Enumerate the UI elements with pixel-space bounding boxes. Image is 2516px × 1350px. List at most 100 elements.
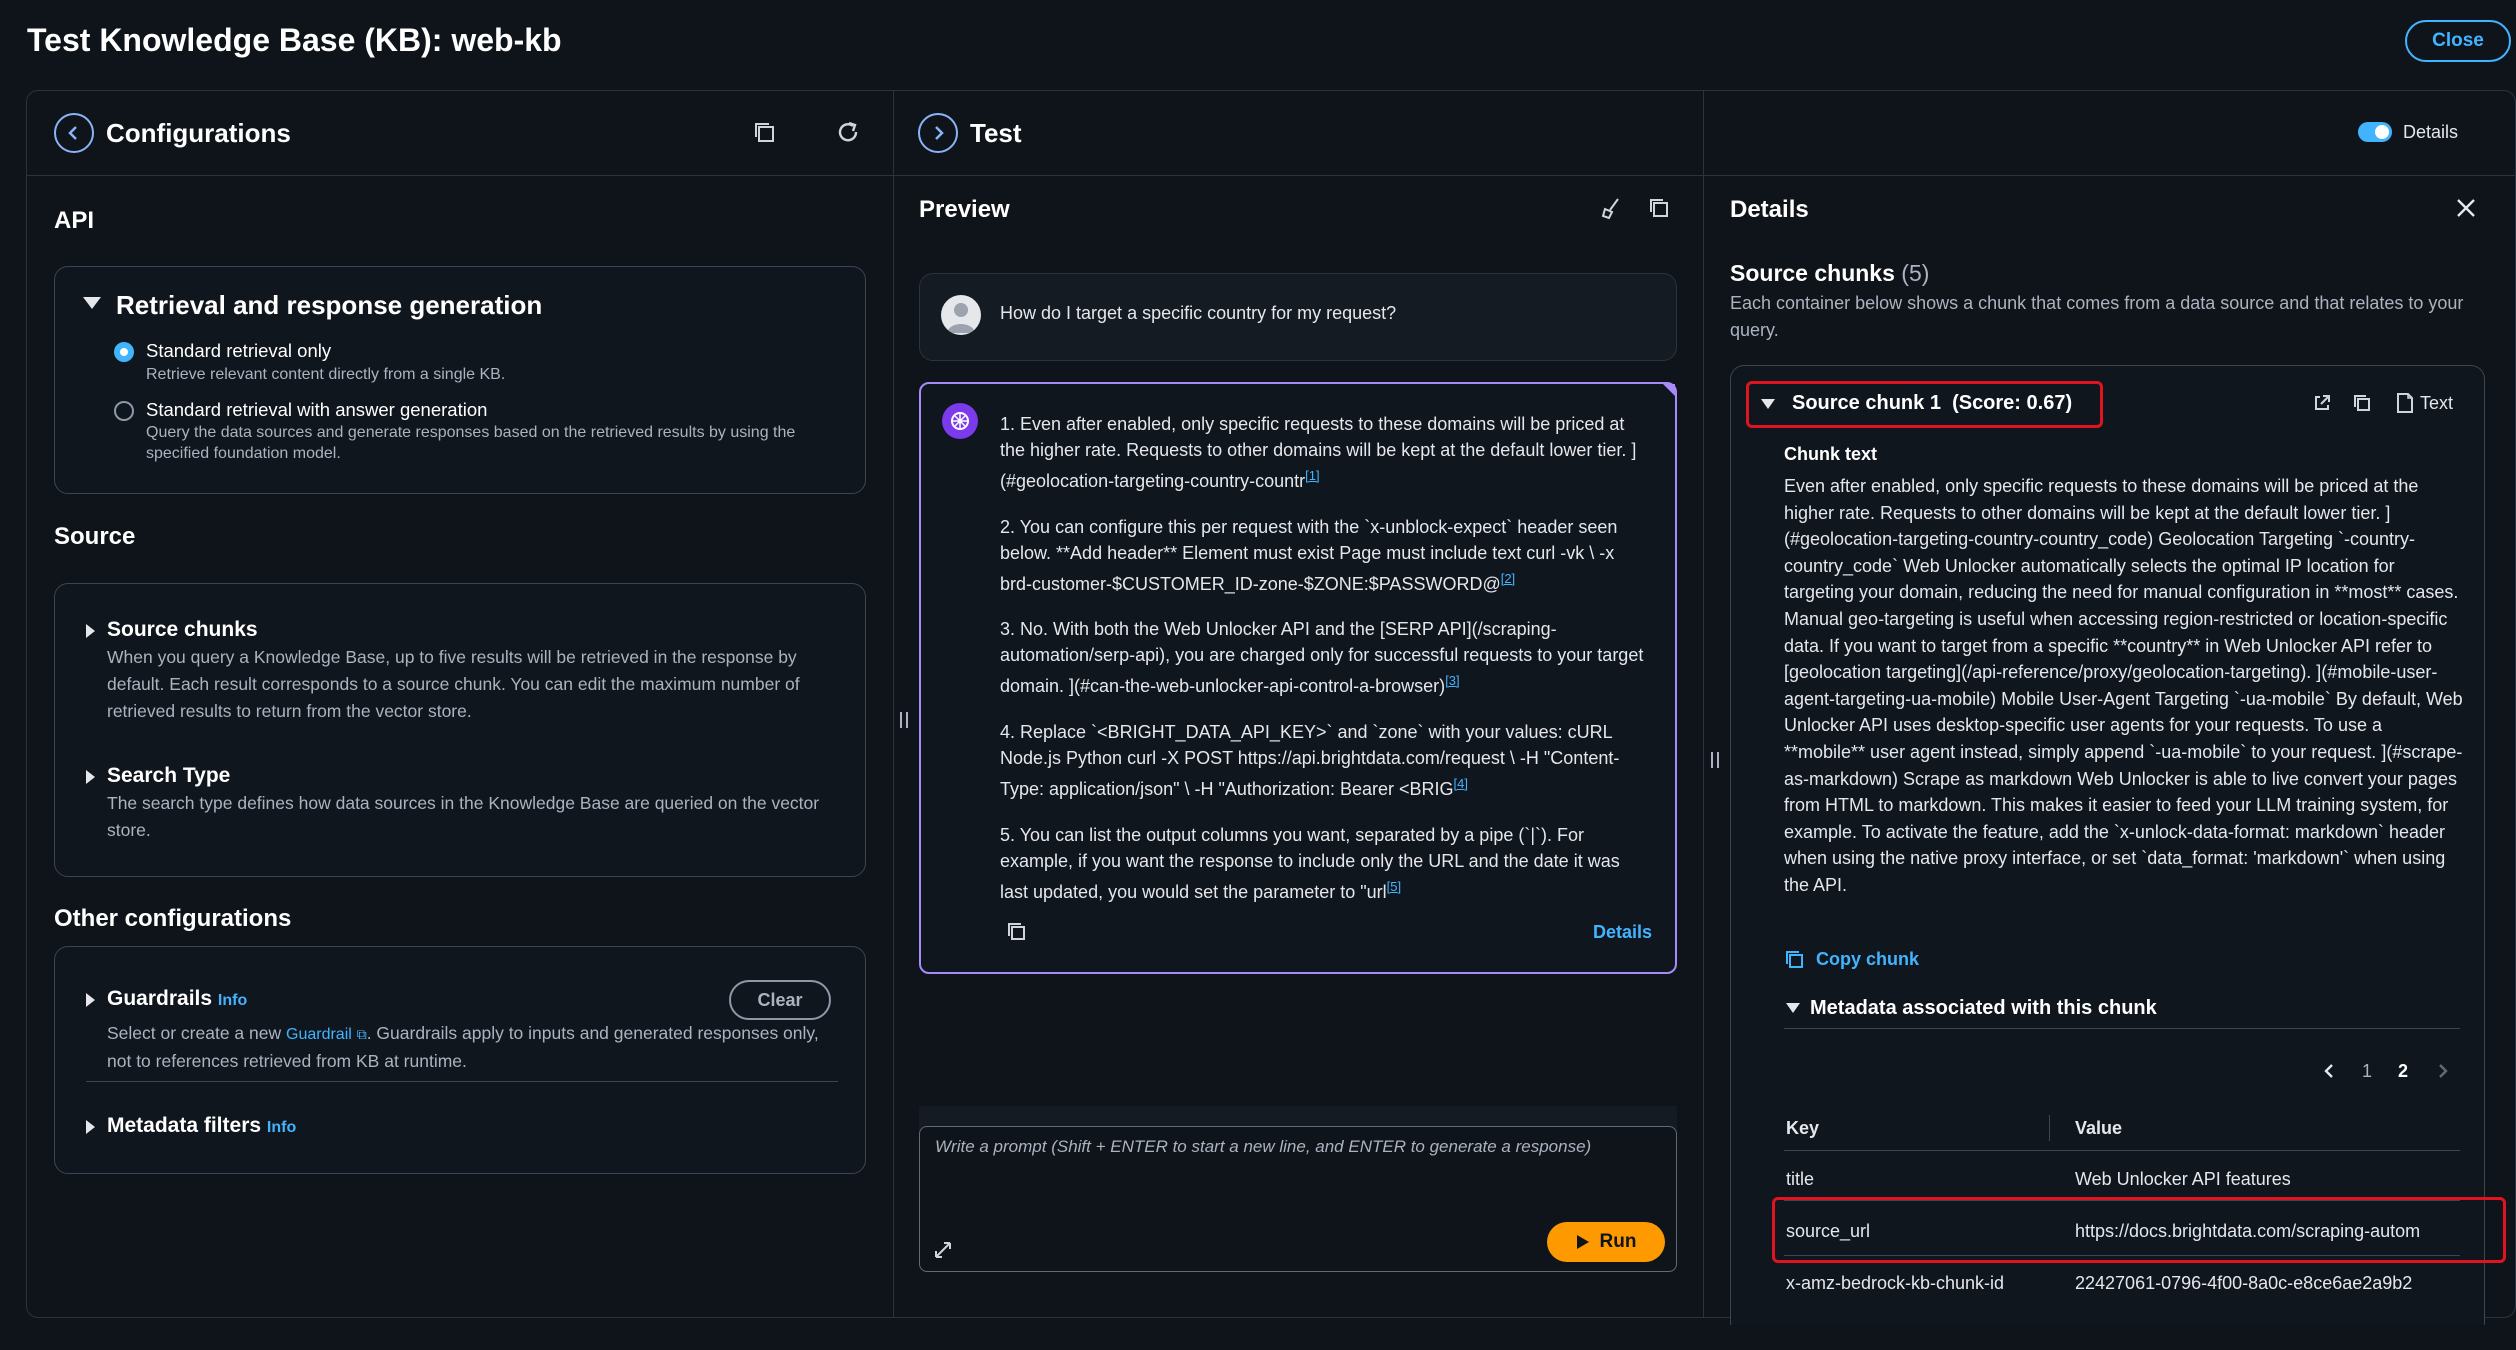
table-header-key: Key: [1786, 1118, 1820, 1138]
column-separator: [2049, 1115, 2050, 1141]
chevron-right-icon[interactable]: [2434, 1062, 2452, 1080]
expand-caret-icon[interactable]: [86, 770, 95, 784]
citation-link[interactable]: [2]: [1501, 571, 1515, 586]
citation-link[interactable]: [5]: [1387, 879, 1401, 894]
citation-link[interactable]: [1]: [1305, 468, 1319, 483]
test-panel-title: Test: [970, 118, 1022, 148]
toggle-knob: [2375, 125, 2389, 139]
expand-caret-icon[interactable]: [86, 624, 95, 638]
chunk-score: (Score: 0.67): [1952, 392, 2073, 414]
expand-caret-icon[interactable]: [86, 993, 95, 1007]
run-button[interactable]: Run: [1547, 1222, 1665, 1262]
search-type-title[interactable]: Search Type: [107, 764, 230, 788]
source-chunks-desc: When you query a Knowledge Base, up to f…: [107, 647, 800, 721]
metadata-filters-label[interactable]: Metadata filters: [107, 1114, 261, 1137]
table-cell-value[interactable]: https://docs.brightdata.com/scraping-aut…: [2075, 1221, 2420, 1242]
radio-retrieval-with-generation[interactable]: [114, 401, 134, 421]
resize-handle-left[interactable]: [900, 712, 908, 728]
table-cell-key: source_url: [1786, 1221, 1871, 1241]
details-toggle[interactable]: [2358, 122, 2392, 142]
source-chunks-heading: Source chunks (5): [1730, 260, 1929, 287]
collapse-config-button[interactable]: [54, 113, 94, 153]
details-title: Details: [1730, 196, 1809, 223]
copy-icon[interactable]: [752, 120, 778, 146]
guardrails-info-link[interactable]: Info: [218, 992, 247, 1009]
guardrails-desc-text: Select or create a new: [107, 1023, 282, 1043]
text-view-button[interactable]: Text: [2420, 393, 2453, 414]
clear-guardrail-button[interactable]: Clear: [729, 980, 831, 1020]
citation-link[interactable]: [4]: [1454, 776, 1468, 791]
chevron-right-icon: [935, 126, 944, 140]
config-panel-title: Configurations: [106, 118, 291, 148]
expand-caret-icon[interactable]: [86, 1120, 95, 1134]
answer-text: 3. No. With both the Web Unlocker API an…: [1000, 619, 1644, 696]
file-text-icon[interactable]: [2396, 392, 2414, 414]
close-button[interactable]: Close: [2405, 20, 2511, 62]
search-type-desc: The search type defines how data sources…: [107, 793, 820, 840]
divider: [86, 1081, 838, 1082]
source-chunk-title[interactable]: Source chunk 1 (Score: 0.67): [1792, 392, 2072, 415]
guardrail-link[interactable]: Guardrail: [286, 1026, 352, 1043]
collapse-caret-icon[interactable]: [1786, 1003, 1800, 1013]
metadata-heading[interactable]: Metadata associated with this chunk: [1810, 997, 2157, 1020]
divider: [1784, 1255, 2460, 1256]
answer-paragraph: 1. Even after enabled, only specific req…: [1000, 411, 1645, 494]
top-bar: Test Knowledge Base (KB): web-kb Close: [0, 0, 2516, 88]
assistant-avatar-icon: [942, 403, 978, 439]
resize-handle-right[interactable]: [1711, 752, 1719, 768]
source-chunks-label: Source chunks: [1730, 260, 1895, 286]
panel-header-row: [26, 90, 2516, 176]
external-link-icon[interactable]: [2312, 393, 2332, 413]
chevron-left-icon: [68, 126, 77, 140]
other-config-heading: Other configurations: [54, 905, 292, 932]
copy-icon[interactable]: [2352, 393, 2372, 413]
source-heading: Source: [54, 523, 136, 550]
table-header-value: Value: [2075, 1118, 2123, 1138]
answer-corner-accent: [1663, 384, 1675, 396]
divider: [1784, 1028, 2460, 1029]
metadata-filters-info-link[interactable]: Info: [267, 1119, 296, 1136]
chevron-left-icon[interactable]: [2320, 1062, 2338, 1080]
divider: [1784, 1150, 2460, 1151]
preview-title: Preview: [919, 196, 1010, 223]
close-icon[interactable]: [2455, 197, 2477, 219]
chunk-title-label: Source chunk 1: [1792, 392, 1941, 414]
copy-chunk-button[interactable]: Copy chunk: [1816, 949, 1919, 970]
details-toggle-label: Details: [2403, 122, 2459, 142]
answer-text: 5. You can list the output columns you w…: [1000, 825, 1620, 902]
collapse-caret-icon[interactable]: [1761, 399, 1775, 409]
panel-divider-left: [893, 90, 894, 1318]
answer-paragraph: 3. No. With both the Web Unlocker API an…: [1000, 616, 1645, 699]
expand-caret-icon[interactable]: [83, 297, 101, 309]
pagination-page-1[interactable]: 1: [2362, 1061, 2372, 1082]
table-cell-key: title: [1786, 1169, 1815, 1189]
prompt-placeholder[interactable]: Write a prompt (Shift + ENTER to start a…: [935, 1137, 1591, 1157]
radio-desc-generation: Query the data sources and generate resp…: [146, 424, 796, 462]
radio-standard-retrieval[interactable]: [114, 342, 134, 362]
broom-icon[interactable]: [1600, 196, 1624, 220]
copy-icon[interactable]: [1006, 921, 1028, 943]
guardrails-title[interactable]: Guardrails Info: [107, 987, 247, 1011]
page-title: Test Knowledge Base (KB): web-kb: [27, 22, 562, 58]
table-cell-value: Web Unlocker API features: [2075, 1169, 2291, 1189]
table-cell-value: 22427061-0796-4f00-8a0c-e8ce6ae2a9b2: [2075, 1273, 2413, 1293]
answer-details-link[interactable]: Details: [1593, 922, 1652, 943]
copy-icon[interactable]: [1647, 196, 1671, 220]
radio-label-generation[interactable]: Standard retrieval with answer generatio…: [146, 399, 487, 421]
expand-test-button[interactable]: [918, 113, 958, 153]
play-icon: [1576, 1235, 1589, 1249]
copy-icon[interactable]: [1784, 949, 1806, 971]
radio-desc-standard: Retrieve relevant content directly from …: [146, 366, 506, 383]
user-avatar: [941, 295, 981, 335]
source-chunks-title[interactable]: Source chunks: [107, 618, 258, 642]
metadata-filters-title[interactable]: Metadata filters Info: [107, 1114, 296, 1138]
pagination-page-2[interactable]: 2: [2398, 1061, 2408, 1082]
radio-label-standard[interactable]: Standard retrieval only: [146, 340, 331, 362]
refresh-icon[interactable]: [834, 118, 862, 146]
retrieval-title: Retrieval and response generation: [116, 290, 543, 320]
source-chunks-count: (5): [1901, 260, 1930, 286]
expand-icon[interactable]: [933, 1240, 953, 1260]
guardrails-label[interactable]: Guardrails: [107, 987, 212, 1010]
citation-link[interactable]: [3]: [1445, 673, 1459, 688]
answer-text: 2. You can configure this per request wi…: [1000, 517, 1618, 594]
